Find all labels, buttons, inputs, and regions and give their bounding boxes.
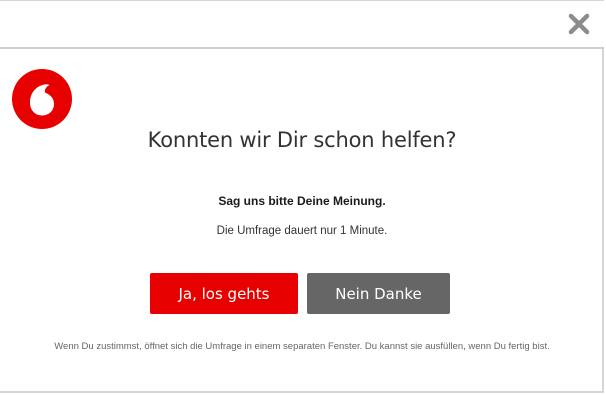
dialog-subtitle: Sag uns bitte Deine Meinung.	[218, 194, 386, 208]
decline-survey-button[interactable]: Nein Danke	[307, 273, 450, 314]
dialog-title: Konnten wir Dir schon helfen?	[147, 128, 457, 152]
vodafone-logo	[12, 69, 72, 129]
close-button[interactable]	[566, 11, 592, 37]
disclaimer-text: Wenn Du zustimmst, öffnet sich die Umfra…	[54, 341, 550, 352]
survey-duration-text: Die Umfrage dauert nur 1 Minute.	[216, 225, 388, 237]
survey-dialog: Konnten wir Dir schon helfen? Sag uns bi…	[0, 0, 604, 393]
dialog-header-bar	[0, 1, 604, 49]
accept-survey-button[interactable]: Ja, los gehts	[150, 273, 298, 314]
close-icon	[568, 13, 590, 35]
